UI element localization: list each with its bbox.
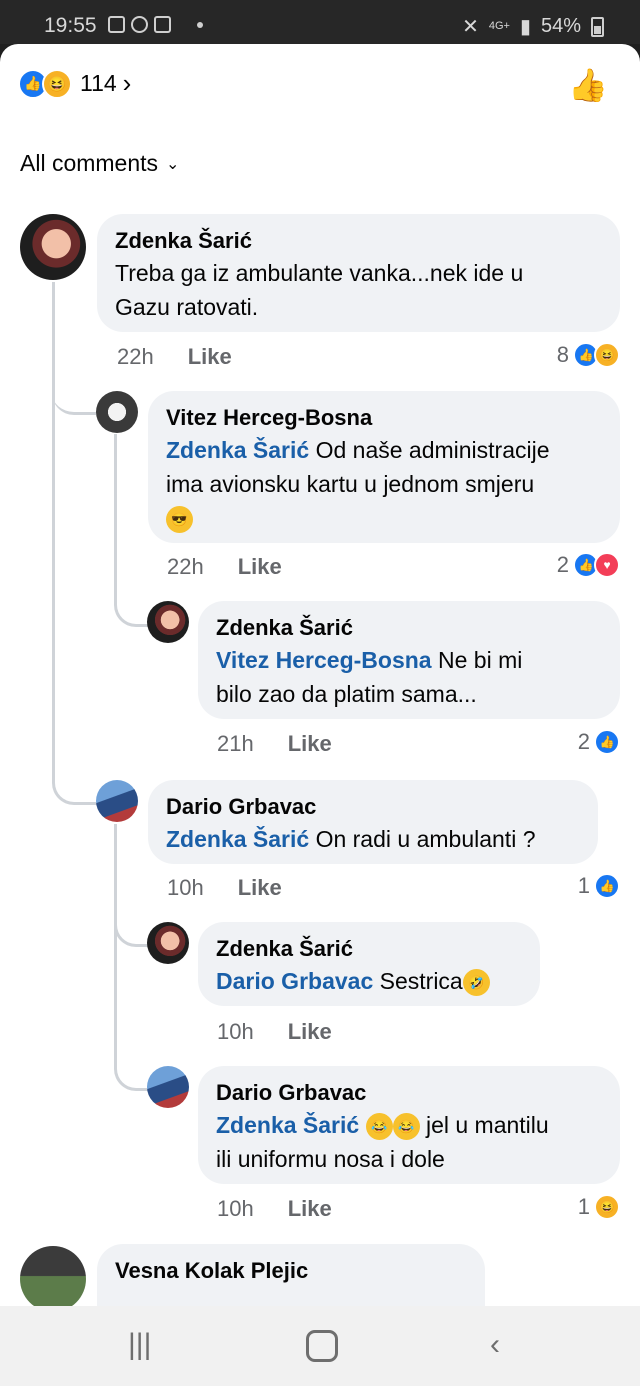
- thread-line: [114, 434, 149, 627]
- comment-time: 22h: [167, 554, 204, 579]
- recent-apps-button[interactable]: |||: [128, 1328, 151, 1362]
- avatar[interactable]: [96, 780, 138, 822]
- comment-meta: 21h Like: [217, 731, 332, 757]
- comment-reactions[interactable]: 2 👍 ♥: [557, 552, 620, 578]
- comments-panel: 👍 😆 114 › 👍 All comments ⌄ Zdenka Šarić …: [0, 44, 640, 1306]
- reactions-summary[interactable]: 👍 😆 114 ›: [18, 68, 131, 99]
- mention-link[interactable]: Vitez Herceg-Bosna: [216, 647, 432, 673]
- comment-author[interactable]: Zdenka Šarić: [216, 934, 522, 964]
- like-icon: 👍: [594, 873, 620, 899]
- status-time: 19:55: [44, 14, 97, 37]
- comment-bubble[interactable]: Zdenka Šarić Dario Grbavac Sestrica 🤣: [198, 922, 540, 1006]
- thread-line: [52, 364, 96, 415]
- comment-text: Vitez Herceg-Bosna Ne bi mi bilo zao da p…: [216, 647, 523, 707]
- rofl-emoji-icon: 🤣: [462, 969, 490, 997]
- comment-bubble[interactable]: Vesna Kolak Plejic: [97, 1244, 485, 1306]
- mention-link[interactable]: Zdenka Šarić: [166, 437, 309, 463]
- comment-meta: 22h Like: [117, 344, 232, 370]
- like-button[interactable]: Like: [188, 344, 232, 370]
- comment-filter-dropdown[interactable]: All comments ⌄: [20, 150, 179, 177]
- thread-line: [52, 282, 99, 805]
- comment-bubble[interactable]: Zdenka Šarić Vitez Herceg-Bosna Ne bi mi…: [198, 601, 620, 719]
- reaction-count: 1: [577, 1194, 590, 1219]
- mention-link[interactable]: Zdenka Šarić: [166, 826, 309, 852]
- like-button[interactable]: Like: [288, 731, 332, 757]
- chevron-down-icon: ⌄: [166, 155, 180, 173]
- mention-link[interactable]: Dario Grbavac: [216, 968, 373, 994]
- avatar[interactable]: [147, 1066, 189, 1108]
- battery-icon: [591, 16, 604, 37]
- comment-text: Zdenka Šarić Od naše administracije ima a…: [166, 433, 602, 535]
- mention-link[interactable]: Zdenka Šarić: [216, 1112, 359, 1138]
- avatar[interactable]: [147, 922, 189, 964]
- reaction-count: 2: [577, 729, 590, 754]
- comment-reactions[interactable]: 8 👍 😆: [557, 342, 620, 368]
- like-button[interactable]: Like: [238, 875, 282, 901]
- comment-author[interactable]: Vesna Kolak Plejic: [115, 1256, 467, 1286]
- comment-bubble[interactable]: Dario Grbavac Zdenka Šarić On radi u amb…: [148, 780, 598, 864]
- haha-icon: 😆: [42, 68, 72, 99]
- love-icon: ♥: [594, 552, 620, 578]
- comment-meta: 10h Like: [167, 875, 282, 901]
- comment-bubble[interactable]: Dario Grbavac Zdenka Šarić 😂 😂 jel u mant…: [198, 1066, 620, 1184]
- comment-author[interactable]: Zdenka Šarić: [216, 613, 602, 643]
- check-icon: [154, 16, 171, 33]
- haha-icon: 😆: [594, 1194, 620, 1220]
- comment-bubble[interactable]: Zdenka Šarić Treba ga iz ambulante vanka…: [97, 214, 620, 332]
- comment-meta: 22h Like: [167, 554, 282, 580]
- like-post-button[interactable]: 👍: [568, 66, 608, 104]
- like-button[interactable]: Like: [238, 554, 282, 580]
- comment-author[interactable]: Dario Grbavac: [166, 792, 580, 822]
- avatar[interactable]: [147, 601, 189, 643]
- status-bar: 19:55 ✕ 4G+ ▮ 54%: [0, 0, 640, 44]
- like-button[interactable]: Like: [288, 1019, 332, 1045]
- comment-time: 10h: [217, 1019, 254, 1044]
- sunglasses-emoji-icon: 😎: [166, 506, 193, 534]
- chevron-right-icon: ›: [122, 68, 132, 98]
- battery-percent: 54%: [540, 15, 581, 37]
- reaction-count: 2: [556, 552, 569, 577]
- home-button[interactable]: [306, 1330, 338, 1362]
- comment-text: Dario Grbavac Sestrica 🤣: [216, 964, 522, 998]
- like-button[interactable]: Like: [288, 1196, 332, 1222]
- comment-time: 22h: [117, 344, 154, 369]
- status-notification-icons: [108, 16, 203, 33]
- haha-icon: 😆: [594, 342, 620, 368]
- reaction-count: 1: [577, 873, 590, 898]
- avatar[interactable]: [20, 214, 86, 280]
- network-type: 4G+: [488, 20, 510, 32]
- viber-icon: [131, 16, 148, 33]
- comment-time: 10h: [217, 1196, 254, 1221]
- avatar[interactable]: [20, 1246, 86, 1306]
- more-notifications-icon: [197, 21, 203, 28]
- back-button[interactable]: ‹: [490, 1328, 500, 1362]
- filter-label: All comments: [20, 150, 159, 176]
- comment-bubble[interactable]: Vitez Herceg-Bosna Zdenka Šarić Od naše …: [148, 391, 620, 543]
- comment-meta: 10h Like: [217, 1019, 332, 1045]
- comment-text: Zdenka Šarić 😂 😂 jel u mantilu ili uniform…: [216, 1112, 549, 1172]
- comment-time: 21h: [217, 731, 254, 756]
- comment-reactions[interactable]: 1 😆: [578, 1194, 620, 1220]
- comment-author[interactable]: Dario Grbavac: [216, 1078, 602, 1108]
- android-navigation-bar: ||| ‹: [0, 1306, 640, 1386]
- gallery-icon: [108, 16, 125, 33]
- comment-text: Treba ga iz ambulante vanka...nek ide uG…: [115, 260, 524, 320]
- comment-meta: 10h Like: [217, 1196, 332, 1222]
- laughing-emoji-icon: 😂: [365, 1113, 393, 1141]
- signal-icon: ▮: [519, 16, 531, 38]
- comment-reactions[interactable]: 1 👍: [578, 873, 620, 899]
- comment-text: Zdenka Šarić On radi u ambulanti ?: [166, 826, 536, 852]
- status-right: ✕ 4G+ ▮ 54%: [462, 14, 604, 39]
- comment-author[interactable]: Vitez Herceg-Bosna: [166, 403, 602, 433]
- avatar[interactable]: [96, 391, 138, 433]
- thread-line: [114, 924, 149, 1091]
- reaction-count: 114: [80, 70, 117, 96]
- laughing-emoji-icon: 😂: [392, 1113, 420, 1141]
- reaction-count: 8: [556, 342, 569, 367]
- comment-author[interactable]: Zdenka Šarić: [115, 226, 602, 256]
- comment-reactions[interactable]: 2 👍: [578, 729, 620, 755]
- comment-time: 10h: [167, 875, 204, 900]
- mute-icon: ✕: [462, 16, 479, 38]
- like-icon: 👍: [594, 729, 620, 755]
